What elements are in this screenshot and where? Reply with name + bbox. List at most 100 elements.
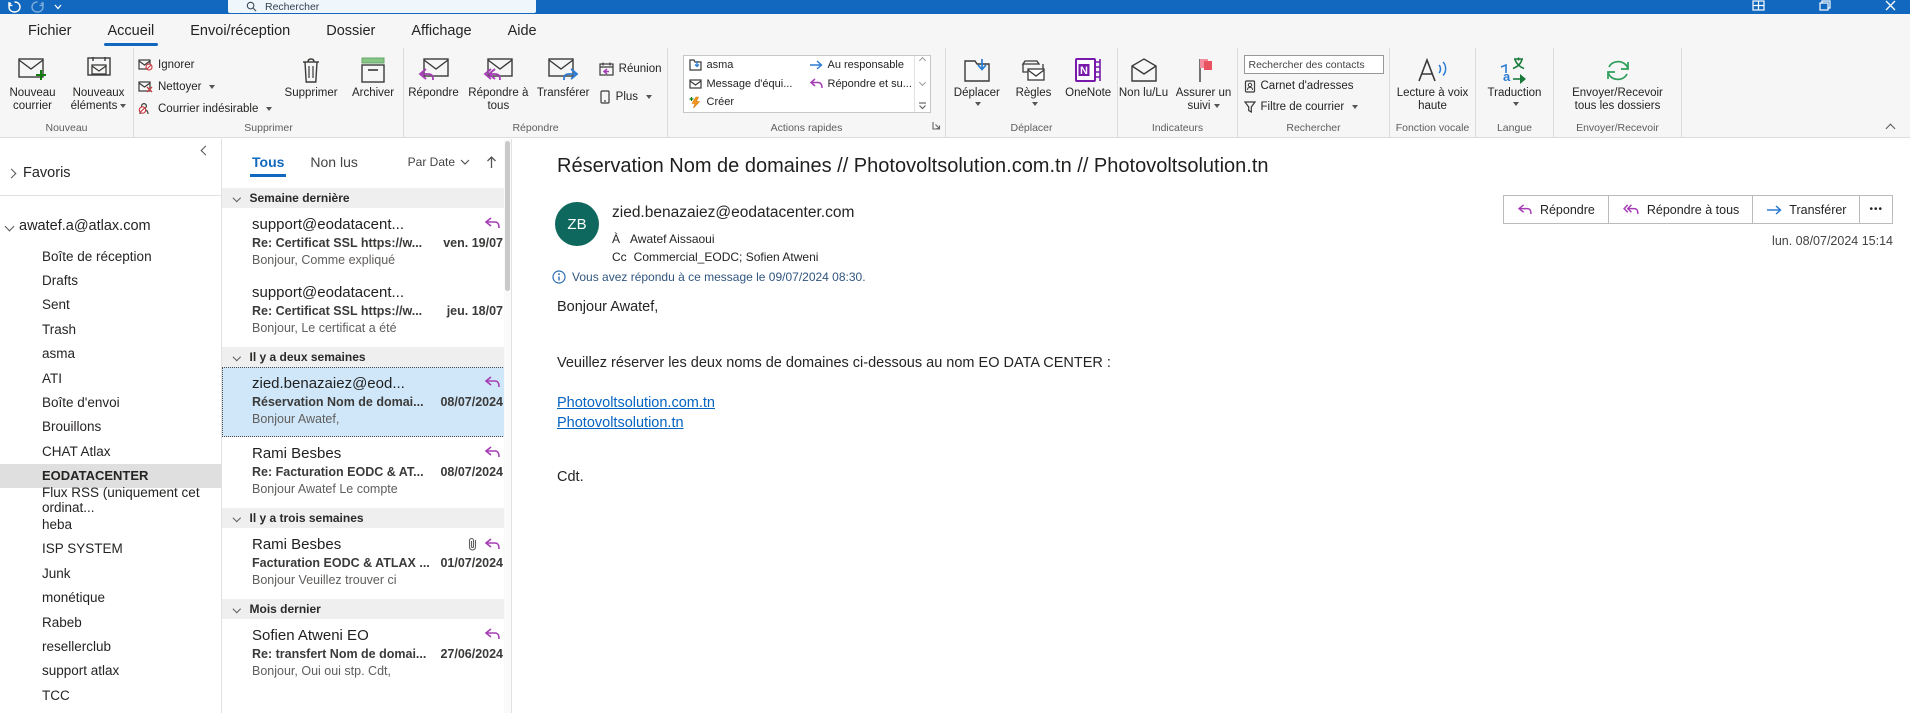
reply-all-message-button[interactable]: Répondre à tous — [1608, 195, 1753, 224]
close-icon[interactable] — [1885, 0, 1896, 11]
cleanup-button[interactable]: Nettoyer — [134, 77, 279, 96]
junk-button[interactable]: Courrier indésirable — [134, 99, 279, 118]
filter-tab-all[interactable]: Tous — [252, 154, 284, 170]
sidebar-item-isp-system[interactable]: ISP SYSTEM — [0, 537, 221, 561]
restore-window-icon[interactable] — [1819, 0, 1831, 11]
quick-steps-scroll-down-icon[interactable] — [918, 79, 925, 86]
forward-button[interactable]: Transférer — [534, 51, 593, 121]
window-switch-icon[interactable] — [1752, 0, 1765, 11]
quick-step-team-message[interactable]: Message d'équi... — [684, 75, 804, 94]
list-item-email[interactable]: Rami Besbes Facturation EODC & ATLAX ...… — [222, 528, 511, 596]
quick-step-create[interactable]: Créer — [684, 93, 804, 112]
list-group-header[interactable]: Il y a deux semaines — [222, 347, 511, 367]
list-item-email-selected[interactable]: zied.benazaiez@eod... Réservation Nom de… — [222, 367, 511, 437]
list-item-email[interactable]: support@eodatacent... Re: Certificat SSL… — [222, 276, 511, 344]
favorites-section[interactable]: Favoris — [8, 159, 221, 187]
tab-aide[interactable]: Aide — [490, 14, 555, 48]
unread-button[interactable]: Non lu/Lu — [1119, 51, 1169, 121]
reply-button[interactable]: Répondre — [404, 51, 463, 121]
list-item-email[interactable]: support@eodatacent... Re: Certificat SSL… — [222, 208, 511, 276]
dialog-launcher-icon[interactable] — [931, 118, 942, 136]
account-chevron-icon[interactable] — [5, 221, 15, 231]
scrollbar-thumb[interactable] — [505, 141, 510, 291]
delete-button[interactable]: Supprimer — [281, 51, 341, 121]
sidebar-item-boite-envoi[interactable]: Boîte d'envoi — [0, 390, 221, 414]
list-item-email[interactable]: Rami Besbes Re: Facturation EODC & AT...… — [222, 437, 511, 505]
sidebar-item-heba[interactable]: heba — [0, 512, 221, 536]
replied-icon — [484, 217, 501, 229]
tab-envoi-reception[interactable]: Envoi/réception — [172, 14, 308, 48]
send-receive-button[interactable]: Envoyer/Recevoir tous les dossiers — [1562, 51, 1674, 121]
sort-by-label: Par Date — [408, 155, 455, 169]
sidebar-item-monetique[interactable]: monétique — [0, 585, 221, 609]
quick-steps-scroll-up-icon[interactable] — [918, 57, 925, 64]
sidebar-item-brouillons[interactable]: Brouillons — [0, 415, 221, 439]
tab-dossier[interactable]: Dossier — [308, 14, 393, 48]
new-items-button[interactable]: Nouveaux éléments — [66, 51, 132, 121]
mail-filter-button[interactable]: Filtre de courrier — [1244, 98, 1384, 116]
domain-link-1[interactable]: Photovoltsolution.com.tn — [557, 395, 715, 411]
collapse-folder-pane-icon[interactable] — [201, 146, 211, 156]
search-input[interactable]: Rechercher — [228, 0, 536, 13]
collapse-ribbon-icon[interactable] — [1886, 124, 1896, 134]
quick-step-to-manager[interactable]: Au responsable — [804, 56, 914, 75]
read-aloud-button[interactable]: Lecture à voix haute — [1397, 51, 1469, 121]
sidebar-item-ati[interactable]: ATI — [0, 366, 221, 390]
more-button[interactable]: Plus — [595, 87, 667, 106]
archive-button[interactable]: Archiver — [343, 51, 403, 121]
redo-icon[interactable] — [31, 1, 44, 13]
meeting-button[interactable]: Réunion — [595, 59, 667, 78]
favorites-chevron-icon[interactable] — [7, 168, 17, 178]
sort-ascending-icon[interactable] — [486, 156, 497, 169]
search-contacts-input[interactable]: Rechercher des contacts — [1244, 55, 1384, 74]
list-group-header[interactable]: Semaine dernière — [222, 188, 511, 208]
tab-affichage[interactable]: Affichage — [393, 14, 489, 48]
move-button[interactable]: Déplacer — [946, 51, 1008, 121]
sidebar-item-trash[interactable]: Trash — [0, 317, 221, 341]
sidebar-item-sent[interactable]: Sent — [0, 293, 221, 317]
quick-step-asma[interactable]: asma — [684, 56, 804, 75]
account-header[interactable]: awatef.a@atlax.com — [6, 212, 221, 240]
translate-button[interactable]: a Traduction — [1482, 51, 1548, 121]
more-actions-button[interactable]: ••• — [1859, 195, 1893, 224]
quick-access-caret-icon[interactable] — [54, 4, 62, 10]
sidebar-item-resellerclub[interactable]: resellerclub — [0, 634, 221, 658]
cc-recipients[interactable]: Commercial_EODC; Sofien Atweni — [634, 250, 819, 264]
sidebar-item-junk[interactable]: Junk — [0, 561, 221, 585]
quick-steps-scrollbar[interactable] — [914, 56, 930, 112]
message-list-scrollbar[interactable] — [504, 139, 511, 713]
sidebar-item-asma[interactable]: asma — [0, 342, 221, 366]
forward-message-button[interactable]: Transférer — [1752, 195, 1860, 224]
domain-link-2[interactable]: Photovoltsolution.tn — [557, 415, 684, 431]
avatar[interactable]: ZB — [555, 202, 599, 246]
sidebar-item-flux-rss[interactable]: Flux RSS (uniquement cet ordinat... — [0, 488, 221, 512]
tab-fichier[interactable]: Fichier — [10, 14, 90, 48]
undo-icon[interactable] — [8, 1, 21, 13]
sidebar-item-inbox[interactable]: Boîte de réception — [0, 244, 221, 268]
onenote-icon: N — [1074, 53, 1102, 87]
follow-up-button[interactable]: Assurer un suivi — [1171, 51, 1237, 121]
sidebar-item-support-atlax[interactable]: support atlax — [0, 659, 221, 683]
sidebar-item-whmcs[interactable]: whmcs — [0, 707, 221, 713]
reply-all-button[interactable]: Répondre à tous — [465, 51, 532, 121]
rules-button[interactable]: Règles — [1010, 51, 1058, 121]
new-mail-button[interactable]: Nouveau courrier — [2, 51, 64, 121]
quick-steps-more-icon[interactable] — [918, 102, 927, 110]
list-item-email[interactable]: Sofien Atweni EO Re: transfert Nom de do… — [222, 619, 511, 687]
sort-by-button[interactable]: Par Date — [408, 155, 470, 169]
list-group-header[interactable]: Il y a trois semaines — [222, 508, 511, 528]
list-group-header[interactable]: Mois dernier — [222, 599, 511, 619]
quick-step-reply-delete[interactable]: Répondre et su... — [804, 75, 914, 94]
sidebar-item-tcc[interactable]: TCC — [0, 683, 221, 707]
to-recipient[interactable]: Awatef Aissaoui — [630, 232, 715, 246]
filter-tab-unread[interactable]: Non lus — [310, 154, 357, 170]
ignore-button[interactable]: Ignorer — [134, 55, 279, 74]
tab-accueil[interactable]: Accueil — [90, 14, 173, 48]
reply-message-button[interactable]: Répondre — [1503, 195, 1609, 224]
onenote-button[interactable]: N OneNote — [1059, 51, 1117, 121]
sidebar-item-rabeb[interactable]: Rabeb — [0, 610, 221, 634]
sender-address[interactable]: zied.benazaiez@eodatacenter.com — [612, 204, 854, 222]
sidebar-item-drafts[interactable]: Drafts — [0, 268, 221, 292]
sidebar-item-chat-atlax[interactable]: CHAT Atlax — [0, 439, 221, 463]
address-book-button[interactable]: Carnet d'adresses — [1244, 77, 1384, 95]
